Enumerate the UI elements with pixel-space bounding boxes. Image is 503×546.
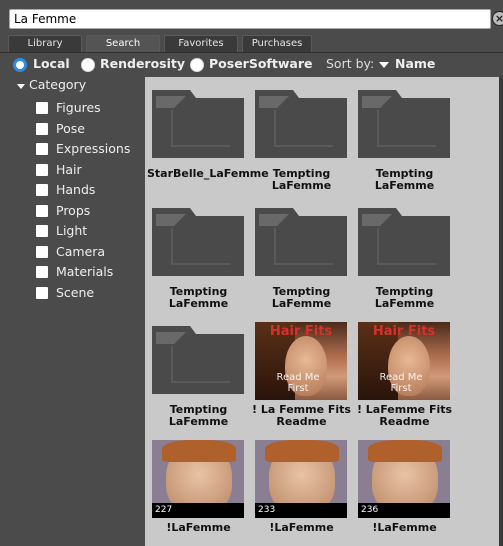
radio-renderosity[interactable] (81, 58, 95, 72)
category-title[interactable]: Category (29, 77, 86, 92)
item-count-badge: 227 (152, 503, 244, 518)
checkbox[interactable] (36, 123, 48, 135)
category-label: Camera (56, 244, 106, 259)
face-thumbnail: 233 (255, 440, 347, 518)
collapse-triangle-icon[interactable] (17, 84, 25, 89)
result-item[interactable]: Tempting LaFemme (353, 199, 456, 319)
checkbox[interactable] (36, 143, 48, 155)
sort-label: Sort by: (326, 56, 375, 71)
category-label: Props (56, 203, 91, 218)
folder-icon (152, 326, 244, 394)
checkbox[interactable] (36, 246, 48, 258)
result-label: Tempting LaFemme (271, 167, 332, 192)
result-label: !LaFemme (372, 521, 437, 534)
result-label: Tempting LaFemme (168, 403, 229, 428)
result-label: StarBelle_LaFemme (147, 167, 269, 180)
result-item[interactable]: Tempting LaFemme (353, 81, 456, 201)
radio-posersoftware[interactable] (190, 58, 204, 72)
category-label: Light (56, 223, 88, 238)
category-label: Materials (56, 264, 114, 279)
search-bar: La Femme × (0, 0, 503, 36)
item-count-badge: 233 (255, 503, 347, 518)
result-item[interactable]: Tempting LaFemme (147, 317, 250, 437)
readme-thumbnail: Hair Fits Read Me First (255, 322, 347, 400)
result-label: Tempting LaFemme (168, 285, 229, 310)
result-label: Tempting LaFemme (374, 167, 435, 192)
result-label: Tempting LaFemme (374, 285, 435, 310)
tab-favorites[interactable]: Favorites (164, 35, 238, 52)
radio-renderosity-label[interactable]: Renderosity (100, 56, 185, 71)
sort-dropdown-icon[interactable] (379, 62, 389, 68)
face-thumbnail: 236 (358, 440, 450, 518)
overlay-top-text: Hair Fits (269, 324, 333, 339)
search-input[interactable]: La Femme (9, 9, 491, 29)
radio-local[interactable] (13, 58, 27, 72)
result-item[interactable]: 236 !LaFemme (353, 435, 456, 546)
checkbox[interactable] (36, 287, 48, 299)
checkbox[interactable] (36, 205, 48, 217)
checkbox[interactable] (36, 184, 48, 196)
result-item[interactable]: Hair Fits Read Me First ! LaFemme Fits R… (353, 317, 456, 437)
overlay-top-text: Hair Fits (372, 324, 436, 339)
item-count-badge: 236 (358, 503, 450, 518)
overlay-bottom-text: Read Me First (379, 372, 423, 394)
radio-local-label[interactable]: Local (33, 56, 70, 71)
checkbox[interactable] (36, 164, 48, 176)
face-thumbnail: 227 (152, 440, 244, 518)
category-label: Expressions (56, 141, 131, 156)
tab-search[interactable]: Search (86, 35, 160, 53)
result-label: ! LaFemme Fits Readme (356, 403, 453, 428)
result-item[interactable]: Tempting LaFemme (250, 199, 353, 319)
folder-icon (358, 208, 450, 276)
folder-icon (358, 90, 450, 158)
result-item[interactable]: Tempting LaFemme (147, 199, 250, 319)
category-label: Pose (56, 121, 85, 136)
folder-icon (152, 208, 244, 276)
source-row: Local Renderosity PoserSoftware Sort by:… (0, 53, 503, 75)
result-label: !LaFemme (166, 521, 231, 534)
category-label: Scene (56, 285, 95, 300)
result-label: Tempting LaFemme (271, 285, 332, 310)
radio-posersoftware-label[interactable]: PoserSoftware (209, 56, 312, 71)
result-label: !LaFemme (269, 521, 334, 534)
checkbox[interactable] (36, 225, 48, 237)
result-label: ! La Femme Fits Readme (252, 403, 351, 428)
category-label: Hair (56, 162, 82, 177)
checkbox[interactable] (36, 266, 48, 278)
folder-icon (255, 208, 347, 276)
tab-library[interactable]: Library (8, 35, 82, 52)
results-grid: StarBelle_LaFemme Tempting LaFemme Tempt… (145, 77, 499, 546)
result-item[interactable]: Hair Fits Read Me First ! La Femme Fits … (250, 317, 353, 437)
category-label: Figures (56, 100, 101, 115)
overlay-bottom-text: Read Me First (276, 372, 320, 394)
category-label: Hands (56, 182, 96, 197)
folder-icon (152, 90, 244, 158)
clear-search-icon[interactable]: × (492, 11, 503, 26)
result-item[interactable]: Tempting LaFemme (250, 81, 353, 201)
tab-purchases[interactable]: Purchases (242, 35, 312, 52)
readme-thumbnail: Hair Fits Read Me First (358, 322, 450, 400)
result-item[interactable]: 233 !LaFemme (250, 435, 353, 546)
result-item[interactable]: 227 !LaFemme (147, 435, 250, 546)
sort-value[interactable]: Name (395, 56, 435, 71)
folder-icon (255, 90, 347, 158)
scrollbar[interactable] (499, 77, 503, 546)
checkbox[interactable] (36, 102, 48, 114)
result-item[interactable]: StarBelle_LaFemme (147, 81, 269, 201)
